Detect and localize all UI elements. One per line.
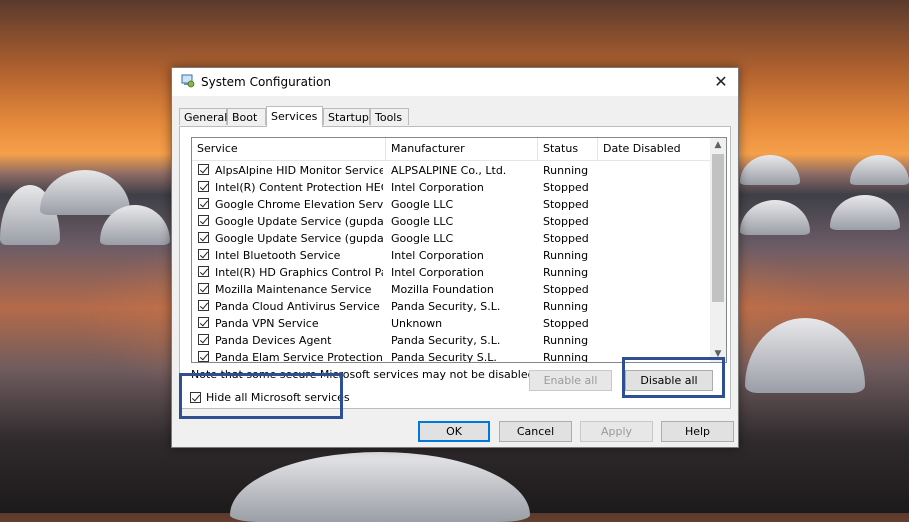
service-checkbox[interactable] xyxy=(198,232,209,243)
column-header-date-disabled[interactable]: Date Disabled xyxy=(598,138,712,160)
service-status: Running xyxy=(543,266,589,279)
tab-services[interactable]: Services xyxy=(266,106,323,127)
service-status: Stopped xyxy=(543,181,589,194)
column-header-service[interactable]: Service xyxy=(192,138,386,160)
salt-mound xyxy=(230,452,530,522)
service-name: Panda Cloud Antivirus Service xyxy=(215,300,380,313)
table-row[interactable]: Google Update Service (gupdatem) Google L… xyxy=(192,230,710,247)
column-header-status[interactable]: Status xyxy=(538,138,598,160)
service-manufacturer: Intel Corporation xyxy=(391,266,484,279)
service-name: Intel Bluetooth Service xyxy=(215,249,341,262)
service-manufacturer: Google LLC xyxy=(391,232,454,245)
close-button[interactable]: ✕ xyxy=(704,68,738,96)
service-status: Stopped xyxy=(543,232,589,245)
service-manufacturer: ALPSALPINE Co., Ltd. xyxy=(391,164,507,177)
service-name: Google Chrome Elevation Servic... xyxy=(215,198,383,211)
salt-mound xyxy=(745,318,865,393)
salt-mound xyxy=(40,170,130,215)
service-status: Running xyxy=(543,249,589,262)
service-manufacturer: Mozilla Foundation xyxy=(391,283,494,296)
service-status: Running xyxy=(543,351,589,363)
service-name: Panda VPN Service xyxy=(215,317,319,330)
service-checkbox[interactable] xyxy=(198,164,209,175)
service-name: Mozilla Maintenance Service xyxy=(215,283,372,296)
service-manufacturer: Unknown xyxy=(391,317,443,330)
table-row[interactable]: Panda Devices Agent Panda Security, S.L. R… xyxy=(192,332,710,349)
list-header: Service Manufacturer Status Date Disable… xyxy=(192,138,712,161)
ok-button[interactable]: OK xyxy=(418,421,490,442)
service-name: Google Update Service (gupdate) xyxy=(215,215,383,228)
service-name: AlpsAlpine HID Monitor Service xyxy=(215,164,383,177)
service-status: Running xyxy=(543,334,589,347)
service-checkbox[interactable] xyxy=(198,317,209,328)
service-manufacturer: Panda Security, S.L. xyxy=(391,334,501,347)
table-row[interactable]: Intel Bluetooth Service Intel Corporation… xyxy=(192,247,710,264)
service-status: Stopped xyxy=(543,317,589,330)
service-checkbox[interactable] xyxy=(198,351,209,362)
service-name: Panda Devices Agent xyxy=(215,334,332,347)
column-header-manufacturer[interactable]: Manufacturer xyxy=(386,138,538,160)
service-manufacturer: Google LLC xyxy=(391,198,454,211)
cancel-button[interactable]: Cancel xyxy=(499,421,572,442)
service-manufacturer: Google LLC xyxy=(391,215,454,228)
scrollbar-thumb[interactable] xyxy=(712,154,724,302)
service-checkbox[interactable] xyxy=(198,300,209,311)
service-checkbox[interactable] xyxy=(198,249,209,260)
service-name: Intel(R) Content Protection HEC... xyxy=(215,181,383,194)
service-status: Stopped xyxy=(543,215,589,228)
service-manufacturer: Intel Corporation xyxy=(391,249,484,262)
salt-mound xyxy=(830,195,900,230)
service-status: Running xyxy=(543,164,589,177)
table-row[interactable]: AlpsAlpine HID Monitor Service ALPSALPINE… xyxy=(192,162,710,179)
tab-tools[interactable]: Tools xyxy=(370,108,409,125)
salt-mound xyxy=(740,155,800,185)
service-manufacturer: Panda Security, S.L. xyxy=(391,300,501,313)
table-row[interactable]: Mozilla Maintenance Service Mozilla Found… xyxy=(192,281,710,298)
table-row[interactable]: Intel(R) HD Graphics Control Pa... Intel … xyxy=(192,264,710,281)
hide-microsoft-services-highlight xyxy=(179,373,343,419)
table-row[interactable]: Intel(R) Content Protection HEC... Intel … xyxy=(192,179,710,196)
table-row[interactable]: Google Update Service (gupdate) Google LL… xyxy=(192,213,710,230)
disable-all-highlight xyxy=(622,357,725,398)
service-checkbox[interactable] xyxy=(198,215,209,226)
vertical-scrollbar[interactable]: ▲ ▼ xyxy=(710,138,726,362)
enable-all-button[interactable]: Enable all xyxy=(529,370,612,391)
service-manufacturer: Panda Security S.L. xyxy=(391,351,497,363)
tab-startup[interactable]: Startup xyxy=(323,108,370,125)
table-row[interactable]: Google Chrome Elevation Servic... Google … xyxy=(192,196,710,213)
service-checkbox[interactable] xyxy=(198,181,209,192)
salt-mound xyxy=(740,200,810,235)
service-name: Google Update Service (gupdatem) xyxy=(215,232,383,245)
msconfig-app-icon xyxy=(181,74,195,88)
service-checkbox[interactable] xyxy=(198,283,209,294)
service-manufacturer: Intel Corporation xyxy=(391,181,484,194)
service-name: Intel(R) HD Graphics Control Pa... xyxy=(215,266,383,279)
service-rows: AlpsAlpine HID Monitor Service ALPSALPINE… xyxy=(192,162,710,363)
salt-mound xyxy=(850,155,909,185)
service-checkbox[interactable] xyxy=(198,198,209,209)
tab-boot[interactable]: Boot xyxy=(227,108,266,125)
title-bar[interactable]: System Configuration ✕ xyxy=(172,68,738,96)
apply-button[interactable]: Apply xyxy=(580,421,653,442)
service-checkbox[interactable] xyxy=(198,266,209,277)
service-status: Running xyxy=(543,300,589,313)
table-row[interactable]: Panda VPN Service Unknown Stopped xyxy=(192,315,710,332)
window-title: System Configuration xyxy=(201,75,331,89)
service-status: Stopped xyxy=(543,283,589,296)
services-list[interactable]: Service Manufacturer Status Date Disable… xyxy=(191,137,727,363)
table-row[interactable]: Panda Cloud Antivirus Service Panda Secur… xyxy=(192,298,710,315)
service-status: Stopped xyxy=(543,198,589,211)
tab-general[interactable]: General xyxy=(179,108,227,125)
service-checkbox[interactable] xyxy=(198,334,209,345)
scroll-up-arrow-icon[interactable]: ▲ xyxy=(710,138,726,153)
service-name: Panda Elam Service Protection xyxy=(215,351,383,363)
help-button[interactable]: Help xyxy=(661,421,734,442)
